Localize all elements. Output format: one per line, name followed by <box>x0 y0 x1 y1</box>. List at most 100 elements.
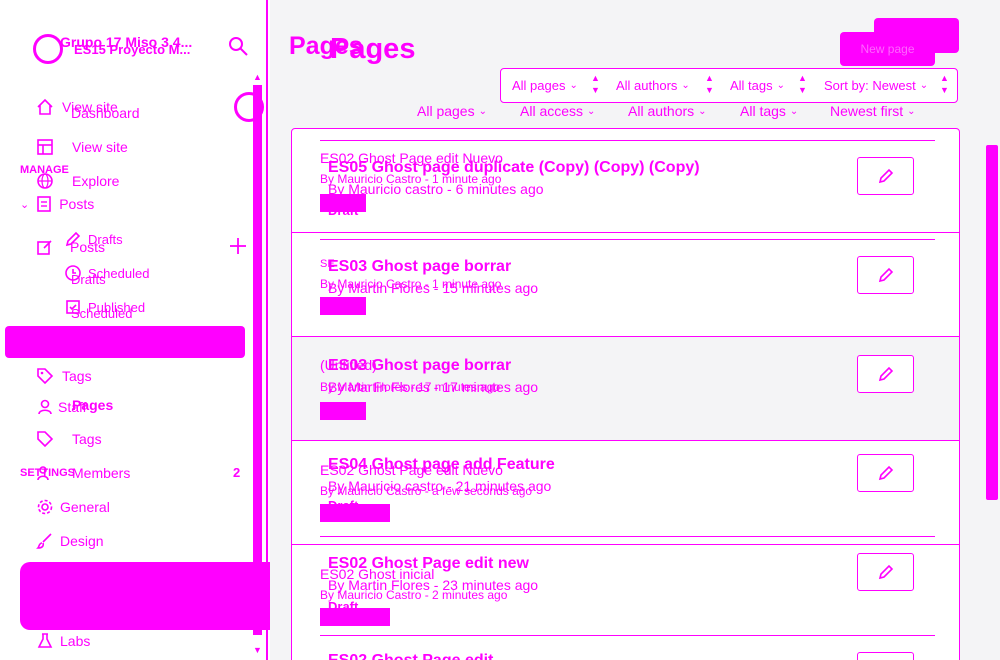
item-meta-overlay: By Martin Flores - 15 minutes ago <box>328 280 539 296</box>
pencil-icon <box>878 366 893 382</box>
new-post-plus-icon[interactable] <box>228 236 248 256</box>
edit-button[interactable] <box>857 454 914 492</box>
chevron-down-icon: ⌄ <box>587 105 596 117</box>
sidebar-label: Tags <box>62 368 92 384</box>
edit-button[interactable] <box>857 157 914 195</box>
new-page-button-overlay[interactable]: New page <box>840 32 935 66</box>
sidebar-item-dashboard[interactable]: Dashboard <box>71 105 140 121</box>
sidebar-item-labs[interactable]: Labs <box>36 632 90 650</box>
pencil-icon <box>878 267 893 283</box>
user-avatar[interactable] <box>234 92 264 122</box>
item-title-overlay[interactable]: ES04 Ghost page add Feature <box>328 456 555 474</box>
filter-label: All tags <box>740 103 786 119</box>
sidebar-item-pages[interactable]: Pages <box>72 397 113 413</box>
pencil-icon <box>878 168 893 184</box>
status-badge <box>320 402 366 420</box>
edit-button[interactable] <box>857 553 914 591</box>
sidebar-label: Members <box>72 465 131 481</box>
filter-label: Newest first <box>830 103 904 119</box>
sidebar-item-tags-alt[interactable]: Tags <box>36 430 102 448</box>
row-divider <box>320 635 935 636</box>
filter-sort[interactable]: Sort by: Newest ⌄ <box>824 78 928 93</box>
updown-icon[interactable]: ▲ ▼ <box>591 72 600 96</box>
chevron-down-icon: ⌄ <box>776 80 786 91</box>
filter-all-access[interactable]: All access ⌄ <box>520 103 595 119</box>
item-meta-overlay: By Mauricio castro - 21 minutes ago <box>328 478 552 494</box>
status-label: Draft <box>328 203 359 218</box>
sidebar-item-members[interactable]: Members <box>36 464 130 482</box>
sidebar-item-view-site-alt[interactable]: View site <box>36 138 128 156</box>
sidebar-label: Labs <box>60 633 91 649</box>
chevron-down-icon: ⌄ <box>478 105 487 117</box>
item-title-overlay[interactable]: ES02 Ghost Page edit new <box>328 555 529 573</box>
sidebar-scroll-down-icon[interactable]: ▼ <box>253 645 262 655</box>
pencil-icon <box>878 564 893 580</box>
sidebar-item-drafts-alt[interactable]: Drafts <box>71 272 106 287</box>
main-scrollbar-thumb[interactable] <box>986 145 998 500</box>
sidebar-label: Explore <box>72 173 120 189</box>
members-icon <box>37 466 49 481</box>
sidebar-label: Tags <box>72 431 102 447</box>
sidebar-label: Dashboard <box>71 105 140 121</box>
site-logo[interactable] <box>33 34 63 64</box>
filter-all-tags[interactable]: All tags ⌄ <box>730 78 785 93</box>
members-count-badge: 2 <box>233 465 241 480</box>
sidebar-scrollbar-thumb[interactable] <box>253 85 262 635</box>
filter-all-pages[interactable]: All pages ⌄ <box>512 78 578 93</box>
filter-all-authors[interactable]: All authors ⌄ <box>616 78 690 93</box>
sidebar-label: Pages <box>72 397 114 413</box>
edit-button-partial[interactable] <box>857 652 914 660</box>
sidebar-label: Posts <box>59 196 95 212</box>
layout-icon <box>37 139 53 155</box>
updown-icon[interactable]: ▲ ▼ <box>798 72 807 96</box>
filter-label: Sort by: Newest <box>824 78 916 93</box>
filter-label: All authors <box>628 103 695 119</box>
item-meta-overlay: By Martin Flores - 23 minutes ago <box>328 577 539 593</box>
filter-label: All authors <box>616 78 678 93</box>
sidebar-item-explore[interactable]: Explore <box>36 172 119 190</box>
tag-icon <box>37 431 54 448</box>
filter-all-authors-alt[interactable]: All authors ⌄ <box>628 103 707 119</box>
updown-icon[interactable]: ▲ ▼ <box>940 72 949 96</box>
chevron-down-icon[interactable]: ⌄ <box>20 198 29 211</box>
sidebar-item-tags[interactable]: Tags <box>36 367 92 385</box>
sidebar-item-posts-alt[interactable]: Posts <box>36 238 105 256</box>
flask-icon <box>37 633 53 648</box>
item-title[interactable]: ES02 Ghost Page edit <box>328 652 493 660</box>
filter-label: All access <box>520 103 584 119</box>
item-title-overlay[interactable]: ES03 Ghost page borrar <box>328 258 511 276</box>
filter-label: All pages <box>417 103 475 119</box>
item-title-overlay[interactable]: ES03 Ghost page borrar <box>328 357 511 375</box>
staff-icon <box>38 399 52 415</box>
edit-icon <box>37 240 52 255</box>
chevron-down-icon: ⌄ <box>681 80 690 91</box>
filter-label: All pages <box>512 78 566 93</box>
sidebar-label: Design <box>60 533 104 549</box>
item-meta-overlay: By Martin Flores - 17 minutes ago <box>328 379 539 395</box>
search-icon[interactable] <box>227 35 249 57</box>
sidebar-item-active-highlight[interactable] <box>5 326 245 358</box>
filter-all-pages-alt[interactable]: All pages ⌄ <box>417 103 487 119</box>
filter-all-tags-alt[interactable]: All tags ⌄ <box>740 103 798 119</box>
sidebar-item-posts[interactable]: ⌄ Posts <box>20 195 94 213</box>
sidebar-item-scheduled-alt[interactable]: Scheduled <box>71 306 132 321</box>
status-label: Draft <box>328 599 359 614</box>
updown-icon[interactable]: ▲ ▼ <box>705 72 714 96</box>
globe-icon <box>37 173 53 189</box>
sidebar-item-design[interactable]: Design <box>36 532 104 550</box>
sidebar-scroll-up-icon[interactable]: ▲ <box>253 72 262 82</box>
status-label: Draft <box>328 498 359 513</box>
home-icon <box>37 98 53 115</box>
item-title-overlay[interactable]: ES05 Ghost page duplicate (Copy) (Copy) … <box>328 159 700 177</box>
edit-button[interactable] <box>857 355 914 393</box>
row-divider <box>320 536 935 537</box>
chevron-down-icon: ⌄ <box>698 105 707 117</box>
edit-button[interactable] <box>857 256 914 294</box>
gear-icon <box>37 499 53 515</box>
document-icon <box>37 196 52 212</box>
sidebar-item-general[interactable]: General <box>36 498 110 516</box>
pencil-icon <box>878 465 893 481</box>
filter-newest-first[interactable]: Newest first ⌄ <box>830 103 916 119</box>
chevron-down-icon: ⌄ <box>569 80 578 91</box>
chevron-down-icon: ⌄ <box>919 80 929 91</box>
